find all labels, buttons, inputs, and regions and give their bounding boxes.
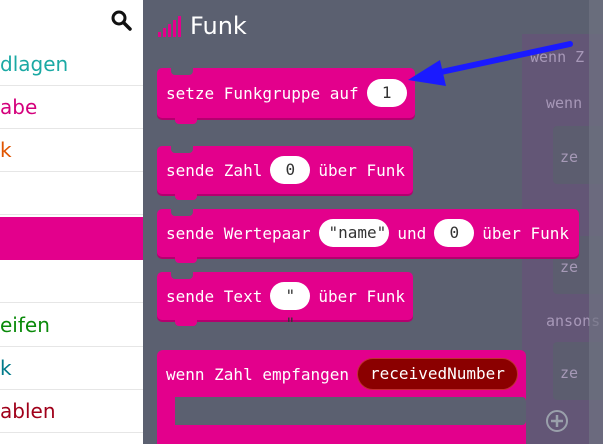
ghost-label: ze: [560, 364, 579, 382]
block-tab: [175, 194, 197, 200]
ghost-label: ze: [560, 258, 579, 276]
category-label: eifen: [0, 313, 50, 337]
add-plus-icon[interactable]: [545, 409, 569, 433]
block-label: über Funk: [318, 160, 406, 180]
block-notch: [171, 272, 193, 279]
category-logic[interactable]: k: [0, 347, 143, 390]
category-sidebar: dlagen abe k eifen k ablen: [0, 0, 143, 444]
send-value-pair-block[interactable]: sende Wertepaar "name" und 0 über Funk: [157, 209, 579, 263]
signal-bars-icon: [158, 16, 181, 37]
flyout-header: Funk: [158, 10, 247, 42]
flyout-title: Funk: [190, 12, 247, 40]
text-input[interactable]: " ": [270, 282, 311, 333]
block-label: sende Zahl: [166, 160, 263, 180]
annotation-arrow-icon: [408, 41, 573, 86]
category-label: abe: [0, 95, 38, 119]
block-label: setze Funkgruppe auf: [166, 83, 359, 103]
category-label: ablen: [0, 399, 56, 423]
statement-slot: [175, 397, 526, 425]
category-led[interactable]: [0, 172, 143, 215]
block-label: über Funk: [482, 223, 569, 243]
block-label: über Funk: [318, 286, 406, 306]
block-label: und: [397, 223, 427, 243]
category-radio-selected[interactable]: [0, 217, 143, 260]
category-input[interactable]: abe: [0, 86, 143, 129]
category-variables[interactable]: ablen: [0, 390, 143, 433]
number-input[interactable]: 0: [270, 156, 311, 184]
category-item[interactable]: [0, 260, 143, 303]
block-tab: [175, 257, 197, 263]
send-text-block[interactable]: sende Text " " über Funk: [157, 272, 413, 333]
ghost-label: ze: [560, 148, 579, 166]
category-label: dlagen: [0, 52, 69, 76]
event-header: wenn Zahl empfangen receivedNumber: [166, 358, 518, 390]
ghost-label: wenn: [546, 94, 583, 112]
block-tab: [175, 118, 197, 124]
on-number-received-block[interactable]: wenn Zahl empfangen receivedNumber: [157, 350, 526, 444]
received-number-variable[interactable]: receivedNumber: [357, 358, 518, 390]
category-label: k: [0, 356, 12, 380]
block-tab: [175, 320, 197, 326]
category-music[interactable]: k: [0, 129, 143, 172]
block-notch: [171, 209, 193, 216]
category-basics[interactable]: dlagen: [0, 43, 143, 86]
value-input[interactable]: 0: [434, 219, 475, 247]
workspace-scrollbar[interactable]: [589, 0, 603, 444]
send-number-block[interactable]: sende Zahl 0 über Funk: [157, 146, 413, 200]
block-label: wenn Zahl empfangen: [166, 364, 350, 384]
block-notch: [171, 146, 193, 153]
block-notch: [171, 68, 193, 75]
category-loops[interactable]: eifen: [0, 304, 143, 347]
block-label: sende Text: [166, 286, 263, 306]
name-input[interactable]: "name": [318, 219, 390, 247]
block-label: sende Wertepaar: [166, 223, 311, 243]
search-icon[interactable]: [110, 9, 132, 31]
group-number-input[interactable]: 1: [366, 79, 407, 107]
set-radio-group-block[interactable]: setze Funkgruppe auf 1: [157, 68, 415, 124]
category-label: k: [0, 138, 12, 162]
